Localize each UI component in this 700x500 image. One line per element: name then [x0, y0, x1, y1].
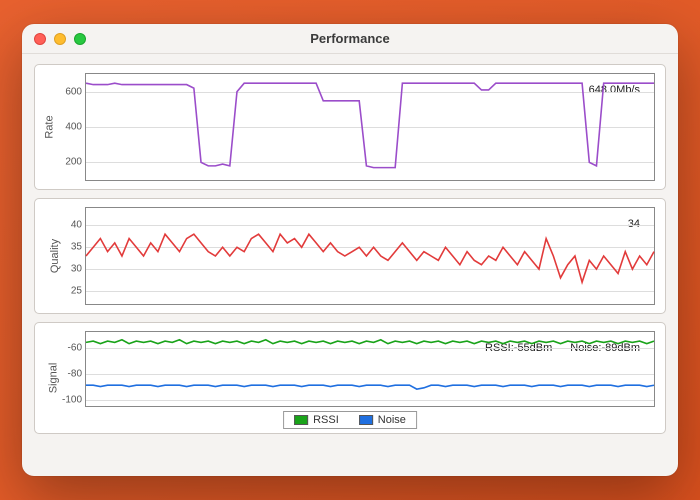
ytick-label: 25	[71, 285, 86, 296]
ytick-label: -60	[68, 342, 86, 353]
quality-plot: 34 25303540	[85, 207, 655, 305]
ytick-label: 600	[65, 86, 86, 97]
signal-plot: RSSI:-55dBm Noise:-89dBm -60-80-100	[85, 331, 655, 407]
rssi-swatch-icon	[294, 415, 308, 425]
content-area: Rate 648.0Mb/s 200400600 Quality 34 2530…	[22, 54, 678, 476]
zoom-icon[interactable]	[74, 33, 86, 45]
quality-ylabel: Quality	[49, 239, 61, 273]
legend-rssi: RSSI	[294, 414, 339, 426]
series-line	[86, 385, 654, 389]
titlebar[interactable]: Performance	[22, 24, 678, 54]
series-line	[86, 234, 654, 282]
chart-series	[86, 332, 654, 406]
rate-plot: 648.0Mb/s 200400600	[85, 73, 655, 181]
chart-series	[86, 74, 654, 180]
minimize-icon[interactable]	[54, 33, 66, 45]
series-line	[86, 83, 654, 167]
rate-ylabel: Rate	[44, 115, 56, 138]
ytick-label: 400	[65, 122, 86, 133]
performance-window: Performance Rate 648.0Mb/s 200400600 Qua…	[22, 24, 678, 476]
rate-panel: Rate 648.0Mb/s 200400600	[34, 64, 666, 190]
signal-legend: RSSI Noise	[283, 411, 417, 429]
signal-panel: Signal RSSI:-55dBm Noise:-89dBm -60-80-1…	[34, 322, 666, 434]
legend-noise: Noise	[359, 414, 406, 426]
window-controls	[34, 33, 86, 45]
series-line	[86, 340, 654, 344]
ytick-label: 35	[71, 242, 86, 253]
ytick-label: 40	[71, 220, 86, 231]
ytick-label: -80	[68, 368, 86, 379]
chart-series	[86, 208, 654, 304]
quality-panel: Quality 34 25303540	[34, 198, 666, 314]
signal-ylabel: Signal	[47, 363, 59, 394]
noise-swatch-icon	[359, 415, 373, 425]
close-icon[interactable]	[34, 33, 46, 45]
ytick-label: 30	[71, 264, 86, 275]
ytick-label: 200	[65, 157, 86, 168]
legend-noise-label: Noise	[378, 414, 406, 426]
legend-rssi-label: RSSI	[313, 414, 339, 426]
ytick-label: -100	[62, 394, 86, 405]
window-title: Performance	[22, 31, 678, 46]
